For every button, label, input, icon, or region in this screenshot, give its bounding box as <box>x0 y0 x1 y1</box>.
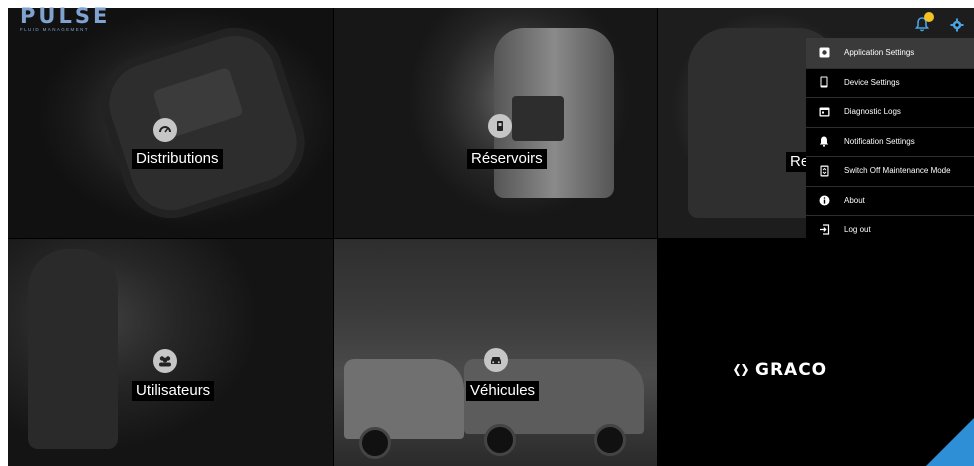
menu-item-switch-off-maintenance-mode[interactable]: Switch Off Maintenance Mode <box>806 156 974 186</box>
graco-mark-icon <box>734 364 748 376</box>
menu-item-label: About <box>844 195 865 205</box>
tile-utilisateurs[interactable]: Utilisateurs <box>8 239 333 466</box>
menu-item-diagnostic-logs[interactable]: Diagnostic Logs <box>806 97 974 127</box>
menu-item-label: Application Settings <box>844 48 915 58</box>
menu-item-about[interactable]: About <box>806 185 974 216</box>
pulse-logo: PULSE FLUID MANAGEMENT <box>20 5 110 32</box>
tile-background-detail <box>594 424 626 456</box>
settings-menu: Application Settings Device Settings Dia… <box>806 38 974 245</box>
gear-icon[interactable] <box>950 18 964 32</box>
tile-label: Utilisateurs <box>132 381 215 401</box>
tile-background-detail <box>512 96 564 141</box>
tile-distributions[interactable]: Distributions <box>8 8 333 238</box>
phone-icon <box>818 76 830 88</box>
menu-divider <box>806 156 974 157</box>
dispense-meter-icon <box>153 118 177 142</box>
tile-label: Réservoirs <box>467 149 547 169</box>
tile-background-detail <box>484 424 516 456</box>
menu-item-application-settings[interactable]: Application Settings <box>806 38 974 68</box>
logo-text: PULSE <box>20 4 111 28</box>
app-settings-icon <box>818 47 830 59</box>
tank-icon <box>488 114 512 138</box>
tile-reservoirs[interactable]: Réservoirs <box>334 8 657 238</box>
menu-item-label: Device Settings <box>844 77 900 87</box>
menu-divider <box>806 126 974 128</box>
calendar-icon <box>818 106 830 118</box>
tile-label: Distributions <box>132 149 223 169</box>
accent-corner <box>926 418 974 466</box>
menu-item-device-settings[interactable]: Device Settings <box>806 67 974 98</box>
bell-icon <box>818 135 830 147</box>
tile-background-detail <box>359 427 391 459</box>
menu-item-label: Diagnostic Logs <box>844 107 901 117</box>
menu-item-label: Log out <box>844 225 871 235</box>
menu-item-label: Notification Settings <box>844 136 915 146</box>
menu-item-log-out[interactable]: Log out <box>806 215 974 245</box>
menu-item-label: Switch Off Maintenance Mode <box>844 166 951 176</box>
graco-logo: GRACO <box>733 360 827 380</box>
users-icon <box>153 349 177 373</box>
logout-icon <box>818 224 830 236</box>
tile-label: Véhicules <box>466 381 540 401</box>
menu-divider <box>806 67 974 69</box>
maintenance-icon <box>818 165 830 177</box>
menu-divider <box>806 185 974 187</box>
tile-background-image <box>28 249 118 449</box>
tile-vehicules[interactable]: Véhicules <box>334 239 657 466</box>
info-icon <box>818 194 830 206</box>
menu-divider <box>806 215 974 216</box>
menu-item-notification-settings[interactable]: Notification Settings <box>806 126 974 157</box>
menu-divider <box>806 97 974 98</box>
notification-badge <box>924 12 934 22</box>
car-icon <box>484 348 508 372</box>
brand-name: GRACO <box>755 360 828 380</box>
tile-background-image <box>344 359 464 439</box>
